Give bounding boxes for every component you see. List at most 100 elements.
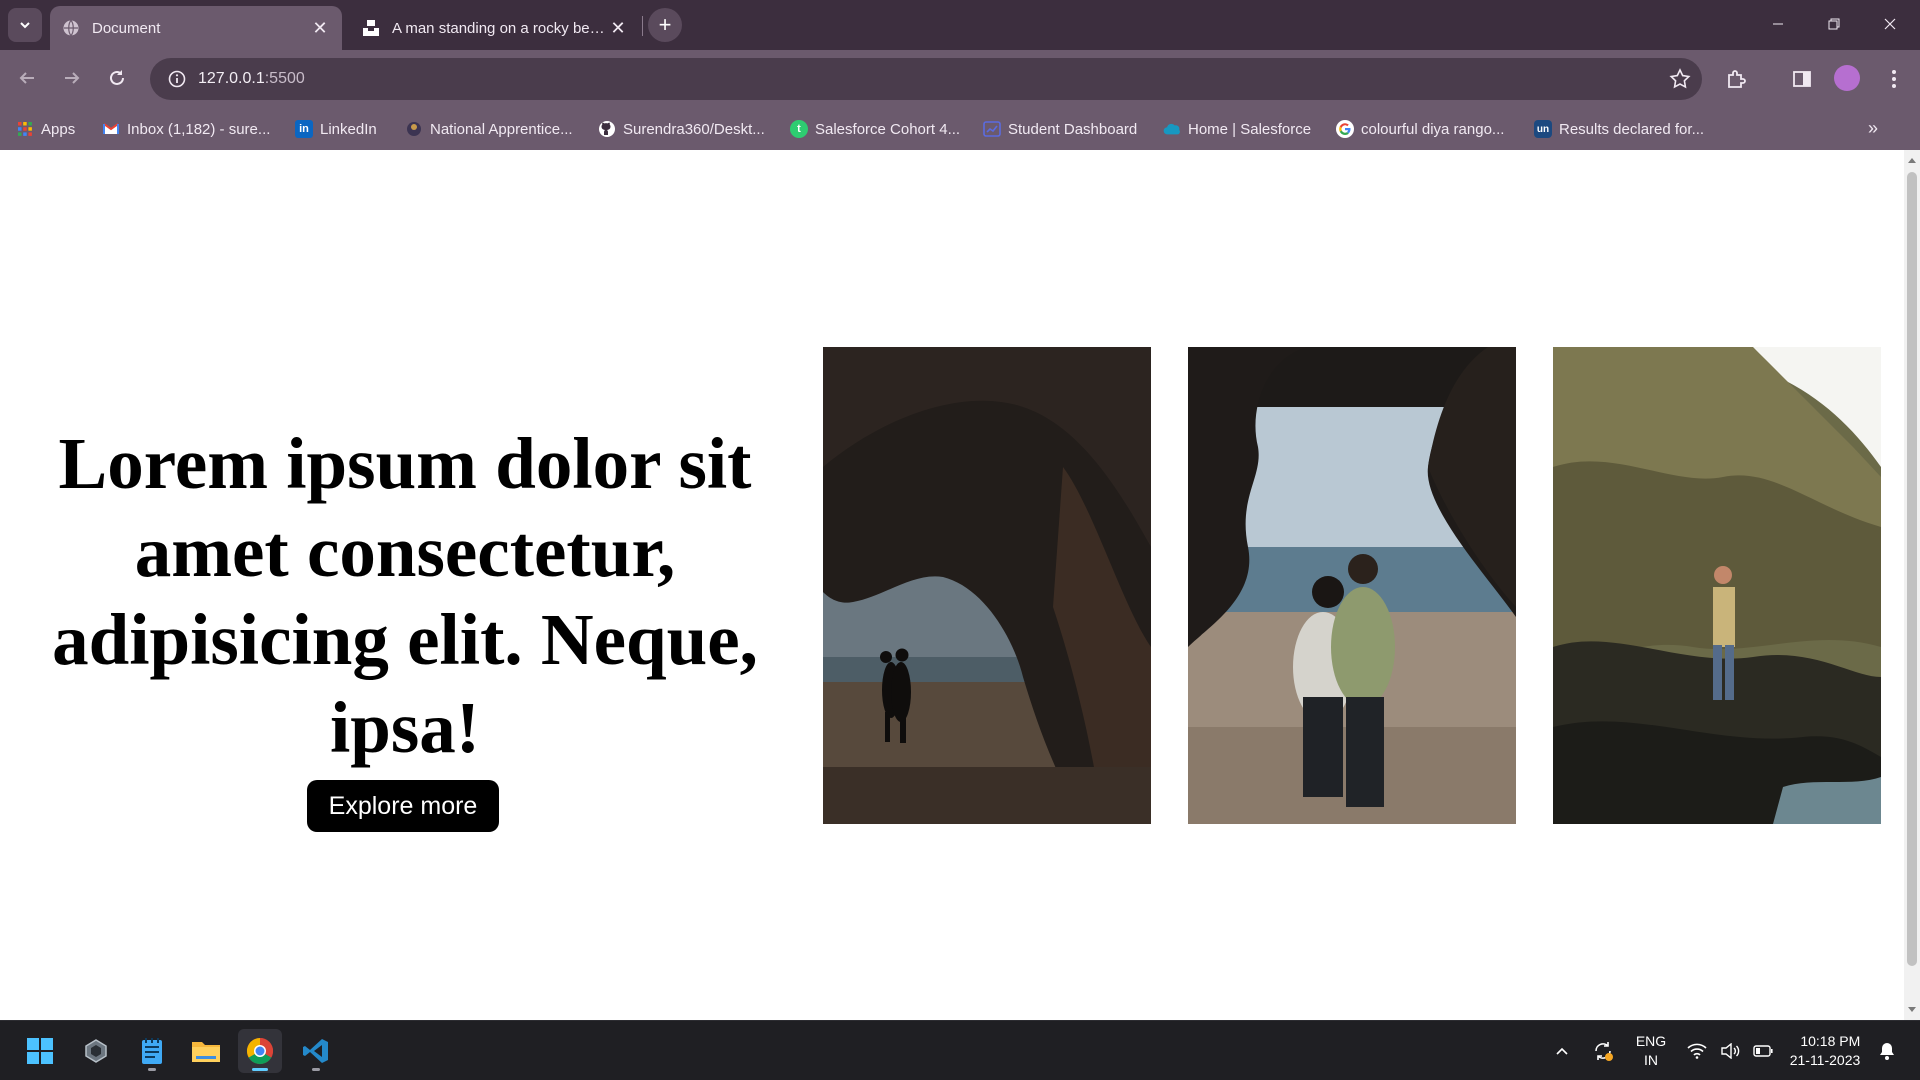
site-info-button[interactable] <box>156 58 198 100</box>
trailhead-icon: t <box>790 120 808 138</box>
quick-settings-button[interactable] <box>1680 1021 1780 1080</box>
url-text[interactable]: 127.0.0.1:5500 <box>198 70 305 88</box>
clock-date: 21-11-2023 <box>1789 1052 1861 1068</box>
reload-button[interactable] <box>100 61 134 95</box>
profile-avatar[interactable] <box>1834 65 1860 91</box>
bookmark-national-apprentice[interactable]: National Apprentice... <box>405 118 573 140</box>
tray-overflow-button[interactable] <box>1548 1021 1576 1080</box>
start-button[interactable] <box>18 1029 62 1073</box>
bookmark-label: Salesforce Cohort 4... <box>815 120 961 138</box>
restore-icon <box>1828 18 1840 30</box>
back-button[interactable] <box>10 61 44 95</box>
explore-more-button[interactable]: Explore more <box>307 780 499 832</box>
menu-button[interactable] <box>1880 65 1908 93</box>
close-window-button[interactable] <box>1862 0 1918 48</box>
minimize-icon <box>1773 23 1783 25</box>
tab-title: A man standing on a rocky beach <box>392 19 608 37</box>
bookmark-label: National Apprentice... <box>430 120 573 138</box>
battery-icon <box>1753 1045 1773 1057</box>
bookmark-label: Results declared for... <box>1559 120 1705 138</box>
plus-icon: + <box>658 12 672 37</box>
side-panel-icon <box>1793 71 1811 87</box>
gallery-image-couple-arch <box>823 347 1151 824</box>
close-icon[interactable]: ✕ <box>608 18 628 38</box>
extensions-button[interactable] <box>1722 65 1750 93</box>
bookmark-github[interactable]: Surendra360/Deskt... <box>598 118 765 140</box>
dashboard-icon <box>983 120 1001 138</box>
tab-unsplash[interactable]: A man standing on a rocky beach ✕ <box>350 6 640 50</box>
chevron-up-icon <box>1556 1047 1568 1055</box>
vertical-scrollbar[interactable] <box>1904 150 1920 1020</box>
volume-icon <box>1721 1043 1740 1059</box>
taskbar-chrome[interactable] <box>238 1029 282 1073</box>
bookmark-diya-rangoli[interactable]: colourful diya rango... <box>1336 118 1504 140</box>
arrow-right-icon <box>65 72 80 84</box>
hero-heading: Lorem ipsum dolor sit amet consectetur, … <box>52 423 758 768</box>
bookmark-label: Apps <box>41 120 76 138</box>
notifications-button[interactable] <box>1872 1021 1902 1080</box>
side-panel-button[interactable] <box>1788 65 1816 93</box>
url-host: 127.0.0.1 <box>198 70 265 87</box>
more-vertical-icon <box>1892 70 1896 88</box>
globe-icon <box>63 20 79 36</box>
tab-separator <box>642 16 643 36</box>
scrollbar-thumb[interactable] <box>1907 172 1917 966</box>
close-icon <box>1884 18 1896 30</box>
chrome-icon <box>246 1037 274 1065</box>
clock-time: 10:18 PM <box>1800 1033 1861 1049</box>
forward-button[interactable] <box>55 61 89 95</box>
gmail-icon <box>102 120 120 138</box>
bookmark-home-salesforce[interactable]: Home | Salesforce <box>1163 118 1311 140</box>
running-indicator <box>252 1068 268 1071</box>
clock[interactable]: 10:18 PM 21-11-2023 <box>1780 1021 1870 1080</box>
address-bar[interactable]: 127.0.0.1:5500 <box>150 58 1702 100</box>
bookmark-linkedin[interactable]: in LinkedIn <box>295 118 377 140</box>
gallery-image-man-rocky-beach <box>1553 347 1881 824</box>
page-viewport: Lorem ipsum dolor sit amet consectetur, … <box>0 150 1904 1020</box>
info-icon <box>168 70 186 88</box>
apps-grid-icon <box>16 120 34 138</box>
browser-toolbar: 127.0.0.1:5500 <box>0 50 1920 108</box>
bookmark-label: Surendra360/Deskt... <box>623 120 765 138</box>
bookmark-results[interactable]: un Results declared for... <box>1534 118 1704 140</box>
bookmark-label: LinkedIn <box>320 120 377 138</box>
new-tab-button[interactable]: + <box>648 8 682 42</box>
tab-document[interactable]: Document ✕ <box>50 6 342 50</box>
windows-start-icon <box>27 1038 53 1064</box>
taskbar-vscode[interactable] <box>294 1029 338 1073</box>
bookmark-star-icon[interactable] <box>1668 67 1692 91</box>
bookmark-label: Student Dashboard <box>1008 120 1138 138</box>
puzzle-icon <box>1728 70 1746 88</box>
language-code: ENG <box>1635 1033 1667 1049</box>
tray-sync-button[interactable] <box>1586 1021 1620 1080</box>
tab-title: Document <box>92 19 161 37</box>
windows-taskbar: ENG IN 10:18 PM 21-11-2023 <box>0 1020 1920 1080</box>
vscode-icon <box>303 1039 328 1063</box>
salesforce-cloud-icon <box>1163 120 1181 138</box>
taskbar-app[interactable] <box>74 1029 118 1073</box>
more-bookmarks-button[interactable]: » <box>1868 118 1878 139</box>
bookmark-apps[interactable]: Apps <box>16 118 75 140</box>
sync-icon <box>1595 1042 1613 1061</box>
language-indicator[interactable]: ENG IN <box>1628 1021 1674 1080</box>
close-icon[interactable]: ✕ <box>310 18 330 38</box>
bookmark-label: colourful diya rango... <box>1361 120 1505 138</box>
minimize-button[interactable] <box>1750 0 1806 48</box>
hexagon-app-icon <box>85 1039 107 1063</box>
url-port: :5500 <box>264 70 305 87</box>
taskbar-notepad[interactable] <box>130 1029 174 1073</box>
tab-strip: Document ✕ A man standing on a rocky bea… <box>0 0 1920 50</box>
restore-button[interactable] <box>1806 0 1862 48</box>
scroll-up-icon[interactable] <box>1908 158 1916 163</box>
bookmark-student-dashboard[interactable]: Student Dashboard <box>983 118 1137 140</box>
scroll-down-icon[interactable] <box>1908 1007 1916 1012</box>
bookmark-salesforce-cohort[interactable]: t Salesforce Cohort 4... <box>790 118 960 140</box>
tab-search-button[interactable] <box>8 8 42 42</box>
gallery-image-couple-beach <box>1188 347 1516 824</box>
folder-icon <box>192 1042 220 1062</box>
emblem-icon <box>405 120 423 138</box>
taskbar-file-explorer[interactable] <box>184 1029 228 1073</box>
bookmark-gmail[interactable]: Inbox (1,182) - sure... <box>102 118 270 140</box>
notepad-icon <box>142 1038 162 1064</box>
hero-text: Lorem ipsum dolor sit amet consectetur, … <box>20 420 790 772</box>
